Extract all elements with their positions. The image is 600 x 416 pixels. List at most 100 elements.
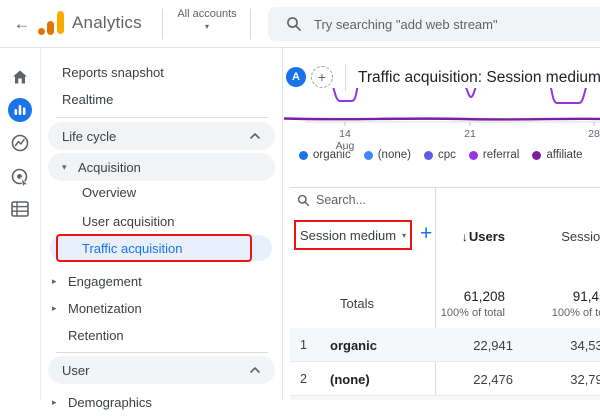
legend-item-affiliate: affiliate <box>532 149 583 161</box>
sidebar-item-label: User acquisition <box>82 213 175 229</box>
legend-label: (none) <box>377 149 411 161</box>
sidebar-item-demographics[interactable]: ▸ Demographics <box>42 388 275 416</box>
legend-dot-icon <box>299 150 308 160</box>
totals-sessions-percent: 100% of total <box>551 307 600 319</box>
sidebar-item-label: Demographics <box>68 394 152 410</box>
sidebar-item-traffic-acquisition[interactable]: Traffic acquisition <box>50 235 272 261</box>
x-tick-label: 21 <box>464 128 476 140</box>
column-header-sessions[interactable]: Sessions <box>561 229 600 244</box>
search-icon <box>287 17 301 31</box>
line-chart-fragment <box>284 88 600 126</box>
legend-item-organic: organic <box>299 149 351 161</box>
sidebar-item-label: Monetization <box>68 300 142 316</box>
logo-dot <box>38 28 45 35</box>
column-header-users[interactable]: ↓Users <box>462 229 505 244</box>
x-tick-label: 14 <box>339 128 351 140</box>
legend-label: organic <box>313 149 351 161</box>
legend-item-referral: referral <box>468 149 520 161</box>
divider <box>162 9 163 39</box>
sidebar-item-label: Traffic acquisition <box>82 240 183 256</box>
triangle-right-icon: ▸ <box>52 302 57 313</box>
totals-row-label: Totals <box>340 296 374 311</box>
sidebar-item-label: Overview <box>82 184 137 200</box>
chevron-up-icon <box>250 367 260 373</box>
triangle-right-icon: ▸ <box>52 275 57 286</box>
segment-avatar[interactable]: A <box>286 67 306 87</box>
row-sessions-value: 32,792 <box>570 372 600 387</box>
explore-icon[interactable] <box>8 131 32 155</box>
advertising-icon[interactable] <box>8 165 32 189</box>
triangle-right-icon: ▸ <box>52 396 57 407</box>
divider <box>345 64 346 91</box>
sidebar-item-realtime[interactable]: Realtime <box>42 85 275 113</box>
sidebar-item-monetization[interactable]: ▸ Monetization <box>42 294 275 322</box>
legend-label: referral <box>482 149 520 161</box>
legend-label: affiliate <box>546 149 583 161</box>
sidebar-section-user[interactable]: User <box>48 356 275 384</box>
app-title: Analytics <box>72 13 142 32</box>
logo-bar-mid <box>47 21 54 35</box>
chart-legend: organic (none) cpc referral affiliate <box>299 149 583 161</box>
page-title: Traffic acquisition: Session medium <box>358 69 600 86</box>
x-tick-label: 28 <box>588 128 600 140</box>
row-users-value: 22,941 <box>473 338 513 353</box>
admin-library-icon[interactable] <box>8 197 32 221</box>
add-comparison-button[interactable]: + <box>311 66 333 88</box>
sidebar-item-acquisition[interactable]: ▾ Acquisition <box>48 153 275 181</box>
row-number: 2 <box>300 372 307 386</box>
sidebar-item-label: Acquisition <box>78 159 141 175</box>
table-row[interactable]: 2 (none) 22,476 32,792 <box>290 362 600 396</box>
referral-series-line <box>332 88 587 104</box>
analytics-logo-icon <box>38 11 64 35</box>
legend-item-cpc: cpc <box>423 149 456 161</box>
global-search-input[interactable] <box>314 16 554 32</box>
sidebar-item-label: Realtime <box>62 91 114 107</box>
sidebar-section-life-cycle[interactable]: Life cycle <box>48 122 275 150</box>
add-dimension-button[interactable]: + <box>420 222 432 246</box>
section-header-label: User <box>62 362 90 378</box>
global-search-bar[interactable] <box>268 7 600 41</box>
triangle-down-icon: ▾ <box>62 161 67 172</box>
section-header-label: Life cycle <box>62 128 117 144</box>
sidebar-item-reports-snapshot[interactable]: Reports snapshot <box>42 58 275 86</box>
report-main-area: A + Traffic acquisition: Session medium … <box>284 48 600 400</box>
top-app-bar: ← Analytics All accounts ▾ <box>0 0 600 48</box>
legend-dot-icon <box>423 150 433 160</box>
totals-users-value: 61,208 <box>463 289 505 304</box>
row-sessions-value: 34,532 <box>570 338 600 353</box>
table-search-input[interactable] <box>316 193 416 207</box>
divider <box>56 117 268 118</box>
divider <box>250 9 251 39</box>
column-header-label: Users <box>468 229 505 244</box>
totals-users-percent: 100% of total <box>440 307 505 319</box>
sidebar-item-overview[interactable]: Overview <box>42 178 275 206</box>
account-selector[interactable]: All accounts ▾ <box>168 8 246 31</box>
legend-dot-icon <box>468 150 478 160</box>
sidebar-item-retention[interactable]: Retention <box>42 321 275 349</box>
table-row[interactable]: 1 organic 22,941 34,532 <box>290 328 600 362</box>
sidebar-item-label: Reports snapshot <box>62 64 164 80</box>
sidebar-item-label: Retention <box>68 327 124 343</box>
sidebar-item-user-acquisition[interactable]: User acquisition <box>42 207 275 235</box>
dimension-selector-label: Session medium <box>300 228 397 243</box>
legend-item-none: (none) <box>363 149 411 161</box>
caret-down-icon: ▾ <box>204 22 209 31</box>
sidebar-item-label: Engagement <box>68 273 142 289</box>
left-icon-rail <box>0 48 41 400</box>
home-icon[interactable] <box>8 65 32 89</box>
table-search[interactable] <box>297 193 416 207</box>
sidebar-item-engagement[interactable]: ▸ Engagement <box>42 267 275 295</box>
reports-icon[interactable] <box>8 98 32 122</box>
legend-dot-icon <box>363 150 373 160</box>
search-icon <box>297 194 310 206</box>
logo-bar-tall <box>57 11 64 34</box>
dimension-selector[interactable]: Session medium ▾ <box>300 228 406 243</box>
table-row[interactable]: 3 cpc 9,266 11,945 <box>290 396 600 400</box>
account-selector-label: All accounts <box>177 8 237 20</box>
legend-dot-icon <box>532 150 542 160</box>
caret-down-icon: ▾ <box>402 231 407 240</box>
back-arrow-icon[interactable]: ← <box>10 12 34 36</box>
sort-descending-icon: ↓ <box>461 230 468 244</box>
totals-sessions-value: 91,452 <box>572 289 600 304</box>
legend-label: cpc <box>437 149 456 161</box>
